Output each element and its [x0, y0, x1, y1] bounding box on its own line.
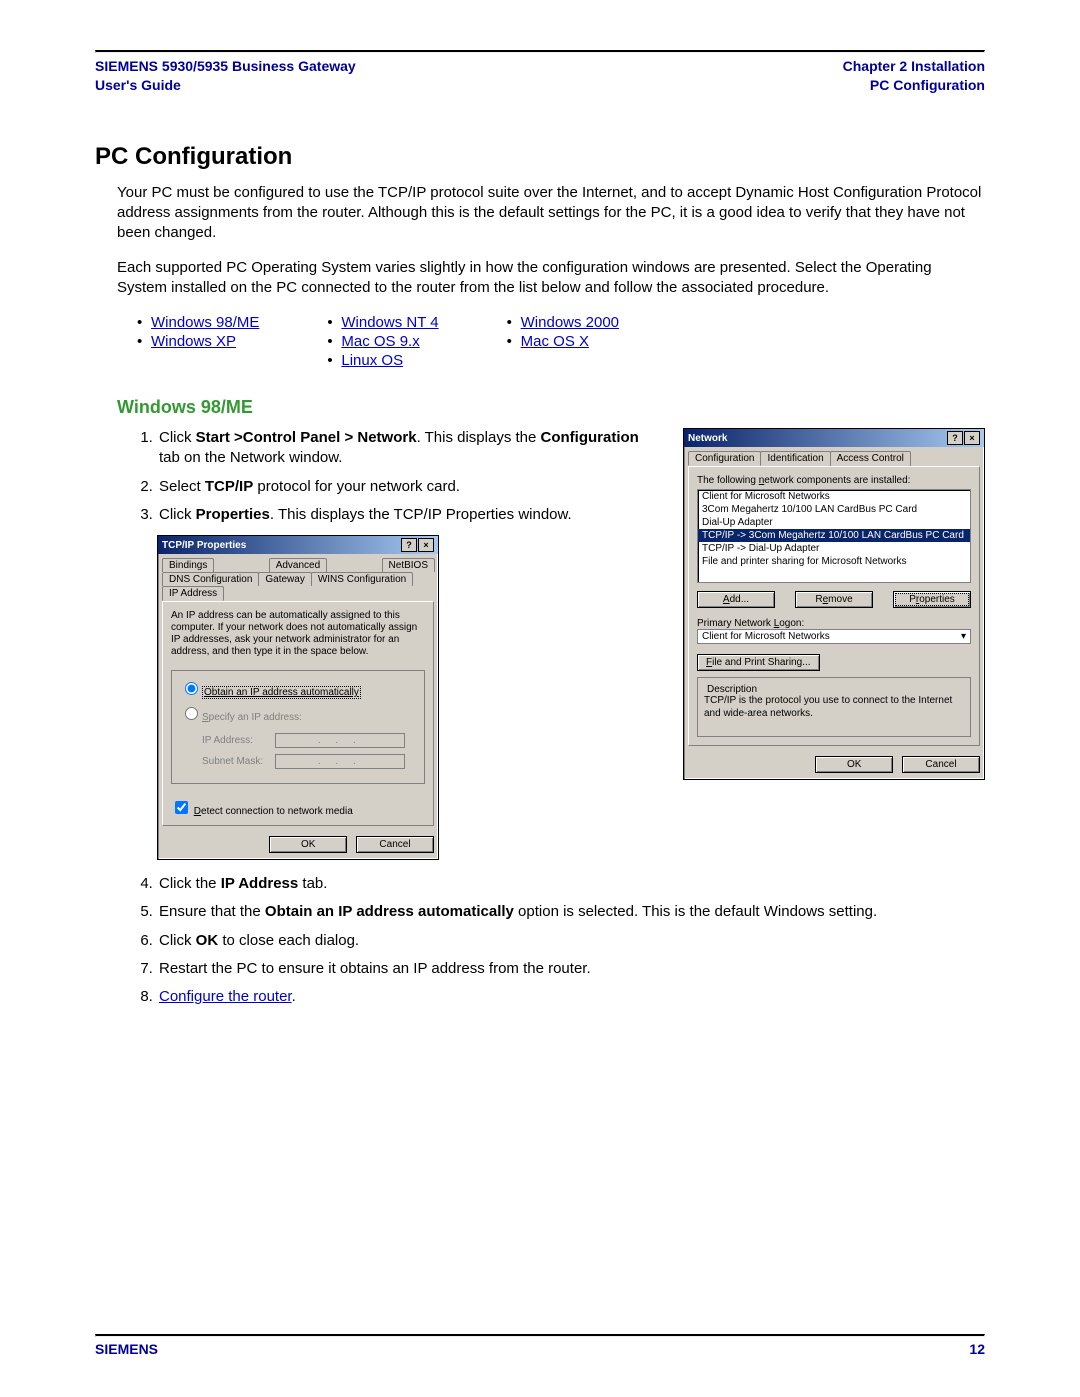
tab-gateway[interactable]: Gateway — [258, 572, 311, 586]
tcpip-properties-dialog: TCP/IP Properties ?× Bindings Advanced N… — [157, 535, 439, 860]
link-windows-nt4[interactable]: Windows NT 4 — [341, 314, 438, 331]
tab-access-control[interactable]: Access Control — [830, 451, 911, 466]
cancel-button[interactable]: Cancel — [356, 836, 434, 853]
intro-para-1: Your PC must be configured to use the TC… — [117, 183, 985, 244]
step-2: Select TCP/IP protocol for your network … — [157, 477, 663, 497]
input-ip-address[interactable]: . . . — [275, 733, 405, 748]
tab-wins-config[interactable]: WINS Configuration — [311, 572, 413, 586]
list-item[interactable]: File and printer sharing for Microsoft N… — [698, 555, 970, 568]
subhead-win98me: Windows 98/ME — [117, 397, 985, 418]
chevron-down-icon: ▾ — [961, 631, 966, 642]
link-linux-os[interactable]: Linux OS — [341, 352, 403, 369]
label-subnet-mask: Subnet Mask: — [202, 756, 272, 767]
ok-button[interactable]: OK — [269, 836, 347, 853]
step-8: Configure the router. — [157, 987, 985, 1007]
description-text: TCP/IP is the protocol you use to connec… — [704, 695, 964, 720]
os-link-columns: •Windows 98/ME •Windows XP •Windows NT 4… — [137, 312, 985, 371]
network-components-list[interactable]: Client for Microsoft Networks 3Com Megah… — [697, 489, 971, 583]
link-windows-xp[interactable]: Windows XP — [151, 333, 236, 350]
list-item[interactable]: TCP/IP -> Dial-Up Adapter — [698, 542, 970, 555]
footer-brand: SIEMENS — [95, 1341, 158, 1357]
network-list-label: The following network components are ins… — [697, 475, 971, 486]
add-button[interactable]: Add... — [697, 591, 775, 608]
step-5: Ensure that the Obtain an IP address aut… — [157, 902, 985, 922]
link-windows-2000[interactable]: Windows 2000 — [521, 314, 619, 331]
tab-ip-address[interactable]: IP Address — [162, 586, 224, 601]
primary-logon-label: Primary Network Logon: — [697, 618, 971, 629]
network-dialog: Network ?× Configuration Identification … — [683, 428, 985, 780]
section-title: PC Configuration — [95, 143, 985, 171]
radio-obtain-auto[interactable] — [185, 682, 198, 695]
network-dialog-title: Network — [688, 433, 727, 444]
header-left-line2: User's Guide — [95, 76, 356, 95]
link-mac-osx[interactable]: Mac OS X — [521, 333, 589, 350]
label-ip-address: IP Address: — [202, 735, 272, 746]
link-windows-98-me[interactable]: Windows 98/ME — [151, 314, 259, 331]
list-item[interactable]: Client for Microsoft Networks — [698, 490, 970, 503]
header-right-line1: Chapter 2 Installation — [843, 57, 985, 76]
step-3: Click Properties. This displays the TCP/… — [157, 505, 663, 525]
input-subnet-mask[interactable]: . . . — [275, 754, 405, 769]
list-item-selected[interactable]: TCP/IP -> 3Com Megahertz 10/100 LAN Card… — [698, 529, 970, 542]
step-6: Click OK to close each dialog. — [157, 931, 985, 951]
cancel-button[interactable]: Cancel — [902, 756, 980, 773]
primary-logon-dropdown[interactable]: Client for Microsoft Networks ▾ — [697, 629, 971, 644]
help-icon[interactable]: ? — [401, 538, 417, 552]
radio-specify-ip[interactable] — [185, 707, 198, 720]
page-header: SIEMENS 5930/5935 Business Gateway User'… — [95, 57, 985, 135]
header-right-line2: PC Configuration — [843, 76, 985, 95]
tab-identification[interactable]: Identification — [760, 451, 830, 466]
step-4: Click the IP Address tab. — [157, 874, 985, 894]
tab-dns-config[interactable]: DNS Configuration — [162, 572, 259, 586]
step-1: Click Start >Control Panel > Network. Th… — [157, 428, 663, 469]
radio-specify-ip-label: Specify an IP address: — [202, 712, 302, 723]
steps-list-top: Click Start >Control Panel > Network. Th… — [117, 428, 663, 525]
tab-netbios[interactable]: NetBIOS — [382, 558, 435, 572]
checkbox-detect-media[interactable] — [175, 801, 188, 814]
tab-configuration[interactable]: Configuration — [688, 451, 761, 466]
tcpip-dialog-title: TCP/IP Properties — [162, 540, 246, 551]
description-legend: Description — [704, 684, 760, 695]
step-7: Restart the PC to ensure it obtains an I… — [157, 959, 985, 979]
remove-button[interactable]: Remove — [795, 591, 873, 608]
steps-list-bottom: Click the IP Address tab. Ensure that th… — [117, 874, 985, 1007]
header-left-line1: SIEMENS 5930/5935 Business Gateway — [95, 57, 356, 76]
close-icon[interactable]: × — [964, 431, 980, 445]
tcpip-explain: An IP address can be automatically assig… — [171, 610, 425, 658]
properties-button[interactable]: Properties — [893, 591, 971, 608]
radio-obtain-auto-label: Obtain an IP address automatically — [202, 686, 361, 699]
list-item[interactable]: 3Com Megahertz 10/100 LAN CardBus PC Car… — [698, 503, 970, 516]
close-icon[interactable]: × — [418, 538, 434, 552]
link-mac-os9[interactable]: Mac OS 9.x — [341, 333, 419, 350]
ok-button[interactable]: OK — [815, 756, 893, 773]
tab-bindings[interactable]: Bindings — [162, 558, 214, 572]
tab-advanced[interactable]: Advanced — [269, 558, 327, 572]
checkbox-detect-media-label: Detect connection to network media — [194, 806, 353, 817]
intro-para-2: Each supported PC Operating System varie… — [117, 258, 985, 299]
link-configure-router[interactable]: Configure the router — [159, 988, 292, 1005]
list-item[interactable]: Dial-Up Adapter — [698, 516, 970, 529]
file-print-sharing-button[interactable]: File and Print Sharing... — [697, 654, 820, 671]
help-icon[interactable]: ? — [947, 431, 963, 445]
page-number: 12 — [969, 1341, 985, 1357]
